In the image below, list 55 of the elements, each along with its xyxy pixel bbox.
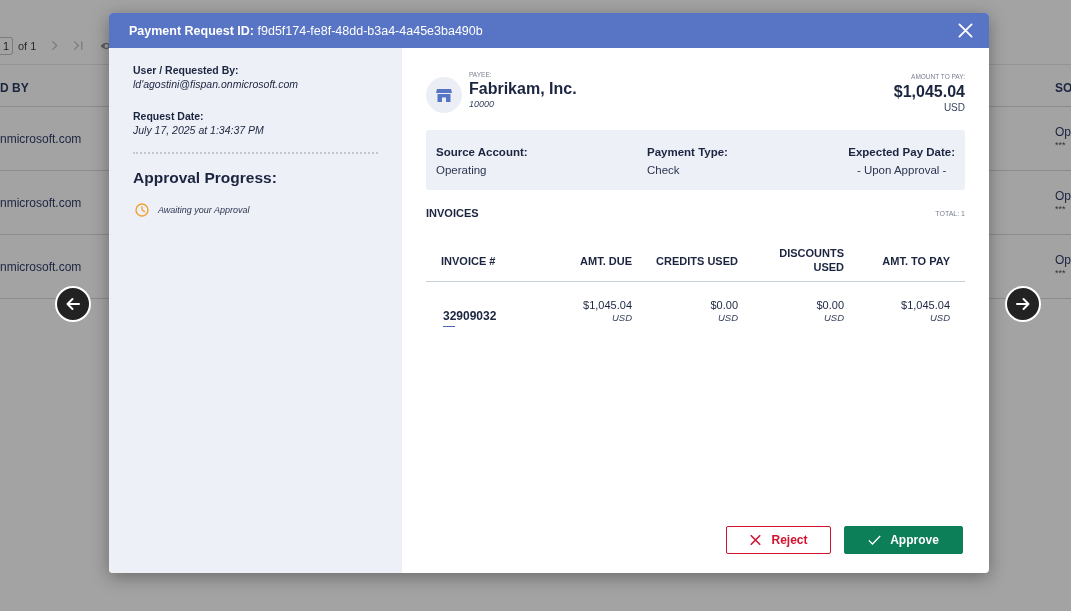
table-cell: nmicrosoft.com [0,259,82,274]
currency-text: USD [943,102,965,113]
detail-label: User / Requested By: [133,63,240,77]
detail-value: July 17, 2025 at 1:34:37 PM [133,123,265,137]
close-icon[interactable] [958,23,973,38]
info-value: - Upon Approval - [855,163,948,177]
amount-text: $0.00 [710,299,738,312]
currency-text: USD [929,312,950,323]
invoice-link[interactable]: 32909032 [441,309,499,327]
left-arrow-icon [65,296,81,312]
info-label: Source Account: [436,145,529,159]
approval-progress-heading: Approval Progress: [133,168,278,188]
table-cell: Op [1055,253,1071,267]
approve-button[interactable]: Approve [844,526,963,554]
column-header: D BY [0,81,29,95]
amount-text: $1,045.04 [583,299,632,312]
detail-value: ld'agostini@fispan.onmicrosoft.com [133,77,299,91]
masked-text: *** [1055,268,1067,278]
currency-text: USD [717,312,738,323]
column-header: SO [1055,81,1071,95]
info-value: Operating [436,163,488,177]
detail-label: Request Date: [133,109,205,123]
amount-text: $1,045.04 [901,299,950,312]
payee-id: 10000 [469,98,496,110]
currency-text: USD [611,312,632,323]
column-header: CREDITS USED [656,254,738,268]
info-value: Check [647,163,681,177]
table-cell: nmicrosoft.com [0,195,82,210]
check-icon [868,534,882,546]
column-header: INVOICE # [441,254,496,268]
x-icon [749,534,763,546]
storefront-icon [426,77,462,113]
table-cell: nmicrosoft.com [0,131,82,146]
info-label: Payment Type: [647,145,729,159]
table-cell: Op [1055,189,1071,203]
page-number-field[interactable]: 1 [0,37,13,55]
info-label: Expected Pay Date: [848,145,955,159]
masked-text: *** [1055,140,1067,150]
table-cell: Op [1055,125,1071,139]
amount-text: $0.00 [816,299,844,312]
masked-text: *** [1055,204,1067,214]
payee-name: Fabrikam, Inc. [469,79,577,98]
currency-text: USD [823,312,844,323]
column-header: AMT. DUE [580,254,632,268]
page-count-text: of 1 [18,39,37,54]
column-header: DISCOUNTS USED [778,245,844,274]
dialog-title: Payment Request ID: f9d5f174-fe8f-48dd-b3a4-4a45e3ba490b [129,23,483,38]
right-arrow-icon [1015,296,1031,312]
reject-button[interactable]: Reject [726,526,831,554]
invoices-heading: INVOICES [426,207,479,219]
step-status-text: Awaiting your Approval [158,205,250,215]
amount-value: $1,045.04 [893,82,965,102]
column-header: AMT. TO PAY [882,254,950,268]
next-button[interactable] [1005,286,1041,322]
previous-button[interactable] [55,286,91,322]
